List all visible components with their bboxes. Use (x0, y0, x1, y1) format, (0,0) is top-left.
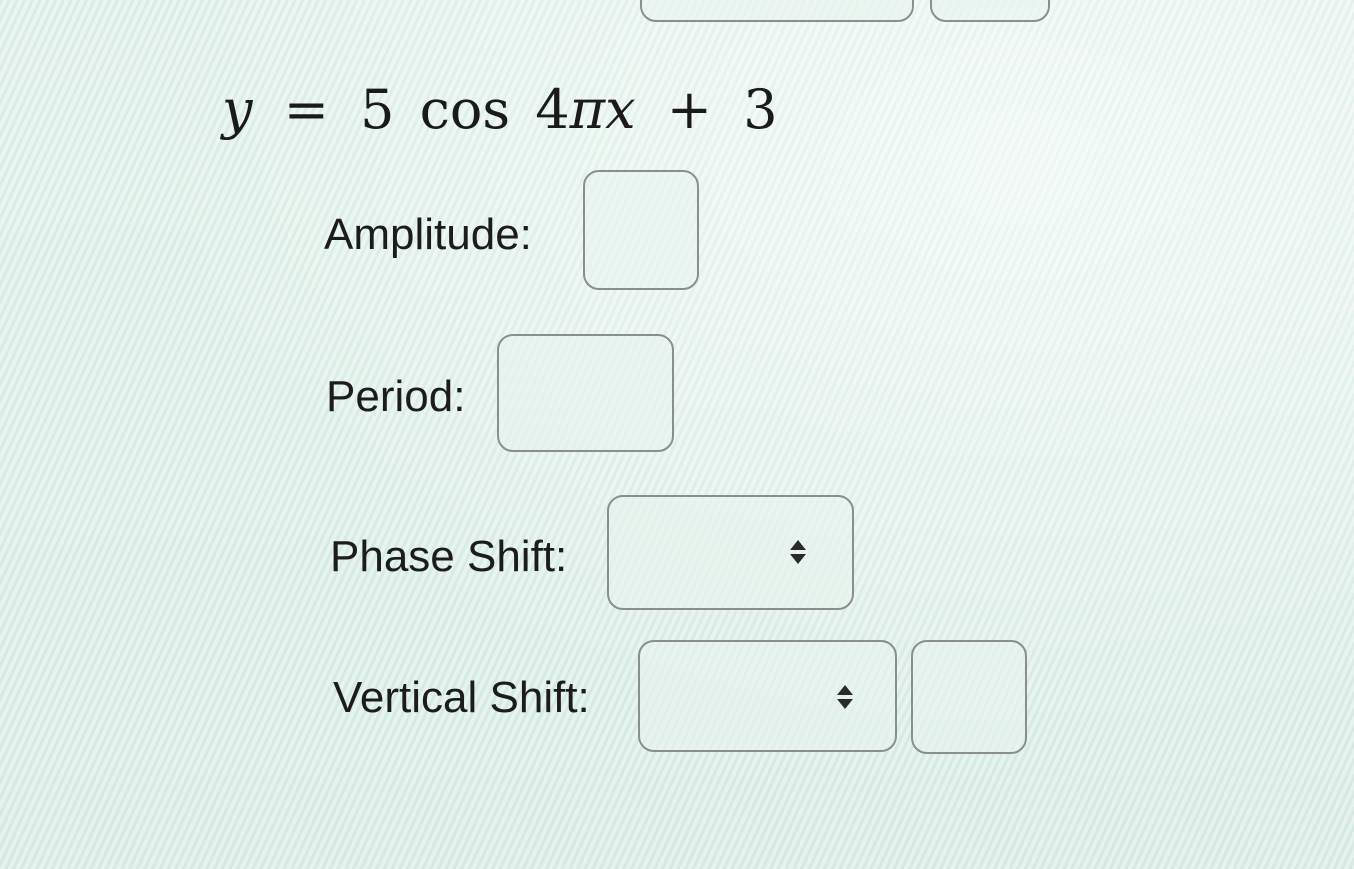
updown-arrows-icon (789, 540, 807, 564)
equation: y = 5 cos 4πx + 3 (222, 78, 778, 141)
vertical-shift-select[interactable] (638, 640, 897, 752)
equation-y: y (222, 78, 253, 141)
equation-coefficient: 5 (360, 78, 395, 141)
phase-shift-select[interactable] (607, 495, 854, 610)
top-partial-select[interactable] (640, 0, 914, 22)
phase-shift-label: Phase Shift: (330, 532, 568, 581)
equation-arg-x: x (605, 78, 636, 141)
equation-arg-pi: π (569, 78, 606, 141)
vertical-shift-input[interactable] (911, 640, 1027, 754)
period-input[interactable] (497, 334, 674, 452)
equation-function: cos (419, 78, 511, 141)
equation-constant: 3 (743, 78, 778, 141)
equation-arg-number: 4 (535, 78, 570, 141)
amplitude-input[interactable] (583, 170, 699, 290)
top-partial-input[interactable] (930, 0, 1050, 22)
period-label: Period: (326, 372, 466, 421)
equation-plus: + (666, 78, 713, 141)
amplitude-label: Amplitude: (324, 210, 532, 259)
vertical-shift-label: Vertical Shift: (333, 673, 590, 722)
equation-equals: = (283, 78, 329, 141)
updown-arrows-icon (836, 685, 854, 709)
